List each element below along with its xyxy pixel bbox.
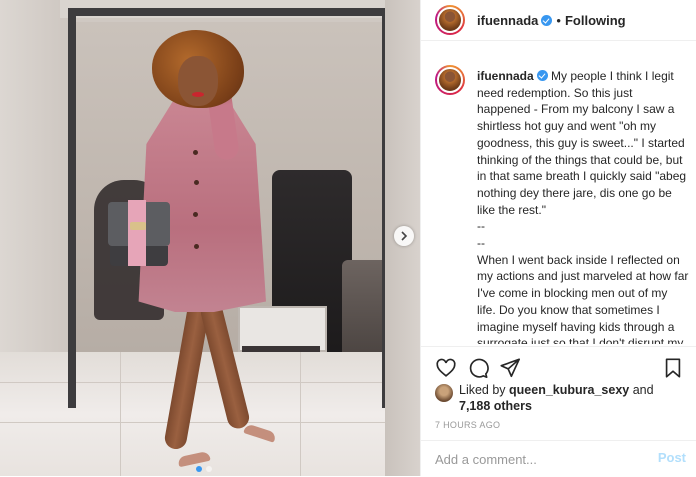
instagram-post: ifuennada • Following ifuennada My peopl…	[0, 0, 696, 476]
save-button[interactable]	[662, 357, 684, 379]
share-icon	[500, 358, 520, 378]
comment-input[interactable]	[435, 449, 625, 469]
comment-bar: Post	[421, 440, 696, 477]
avatar[interactable]	[435, 5, 465, 35]
caption: ifuennada My people I think I legit need…	[421, 52, 696, 344]
comment-icon	[469, 358, 489, 378]
likes-prefix: Liked by	[459, 383, 510, 397]
carousel-dot-active	[196, 466, 202, 472]
comment-button[interactable]	[467, 357, 489, 379]
caption-username[interactable]: ifuennada	[477, 69, 534, 83]
carousel-next-button[interactable]	[394, 226, 414, 246]
likes-summary: Liked by queen_kubura_sexy and 7,188 othe…	[435, 382, 690, 414]
post-timestamp[interactable]: 7 HOURS AGO	[435, 420, 500, 430]
caption-avatar[interactable]	[435, 65, 465, 95]
likes-middle: and	[629, 383, 654, 397]
header-username[interactable]: ifuennada	[477, 13, 538, 28]
verified-badge-icon	[536, 70, 548, 81]
likes-count-link[interactable]: 7,188 others	[459, 399, 532, 413]
post-side-panel: ifuennada • Following ifuennada My peopl…	[420, 0, 696, 476]
post-comment-button[interactable]: Post	[658, 450, 686, 465]
bookmark-icon	[665, 358, 681, 378]
chevron-right-icon	[401, 231, 408, 241]
liker-username[interactable]: queen_kubura_sexy	[509, 383, 629, 397]
header-separator: •	[556, 12, 561, 28]
caption-body: My people I think I legit need redemptio…	[477, 69, 689, 344]
action-bar	[421, 346, 696, 387]
heart-icon	[436, 358, 456, 377]
like-button[interactable]	[435, 357, 457, 379]
share-button[interactable]	[499, 357, 521, 379]
carousel-indicator	[196, 466, 212, 472]
caption-text: ifuennada My people I think I legit need…	[477, 68, 689, 344]
post-photo[interactable]	[0, 0, 420, 476]
liker-avatar[interactable]	[435, 384, 453, 402]
verified-badge-icon	[541, 14, 553, 26]
carousel-dot	[206, 466, 212, 472]
following-button[interactable]: Following	[565, 13, 626, 28]
post-header: ifuennada • Following	[421, 0, 696, 41]
